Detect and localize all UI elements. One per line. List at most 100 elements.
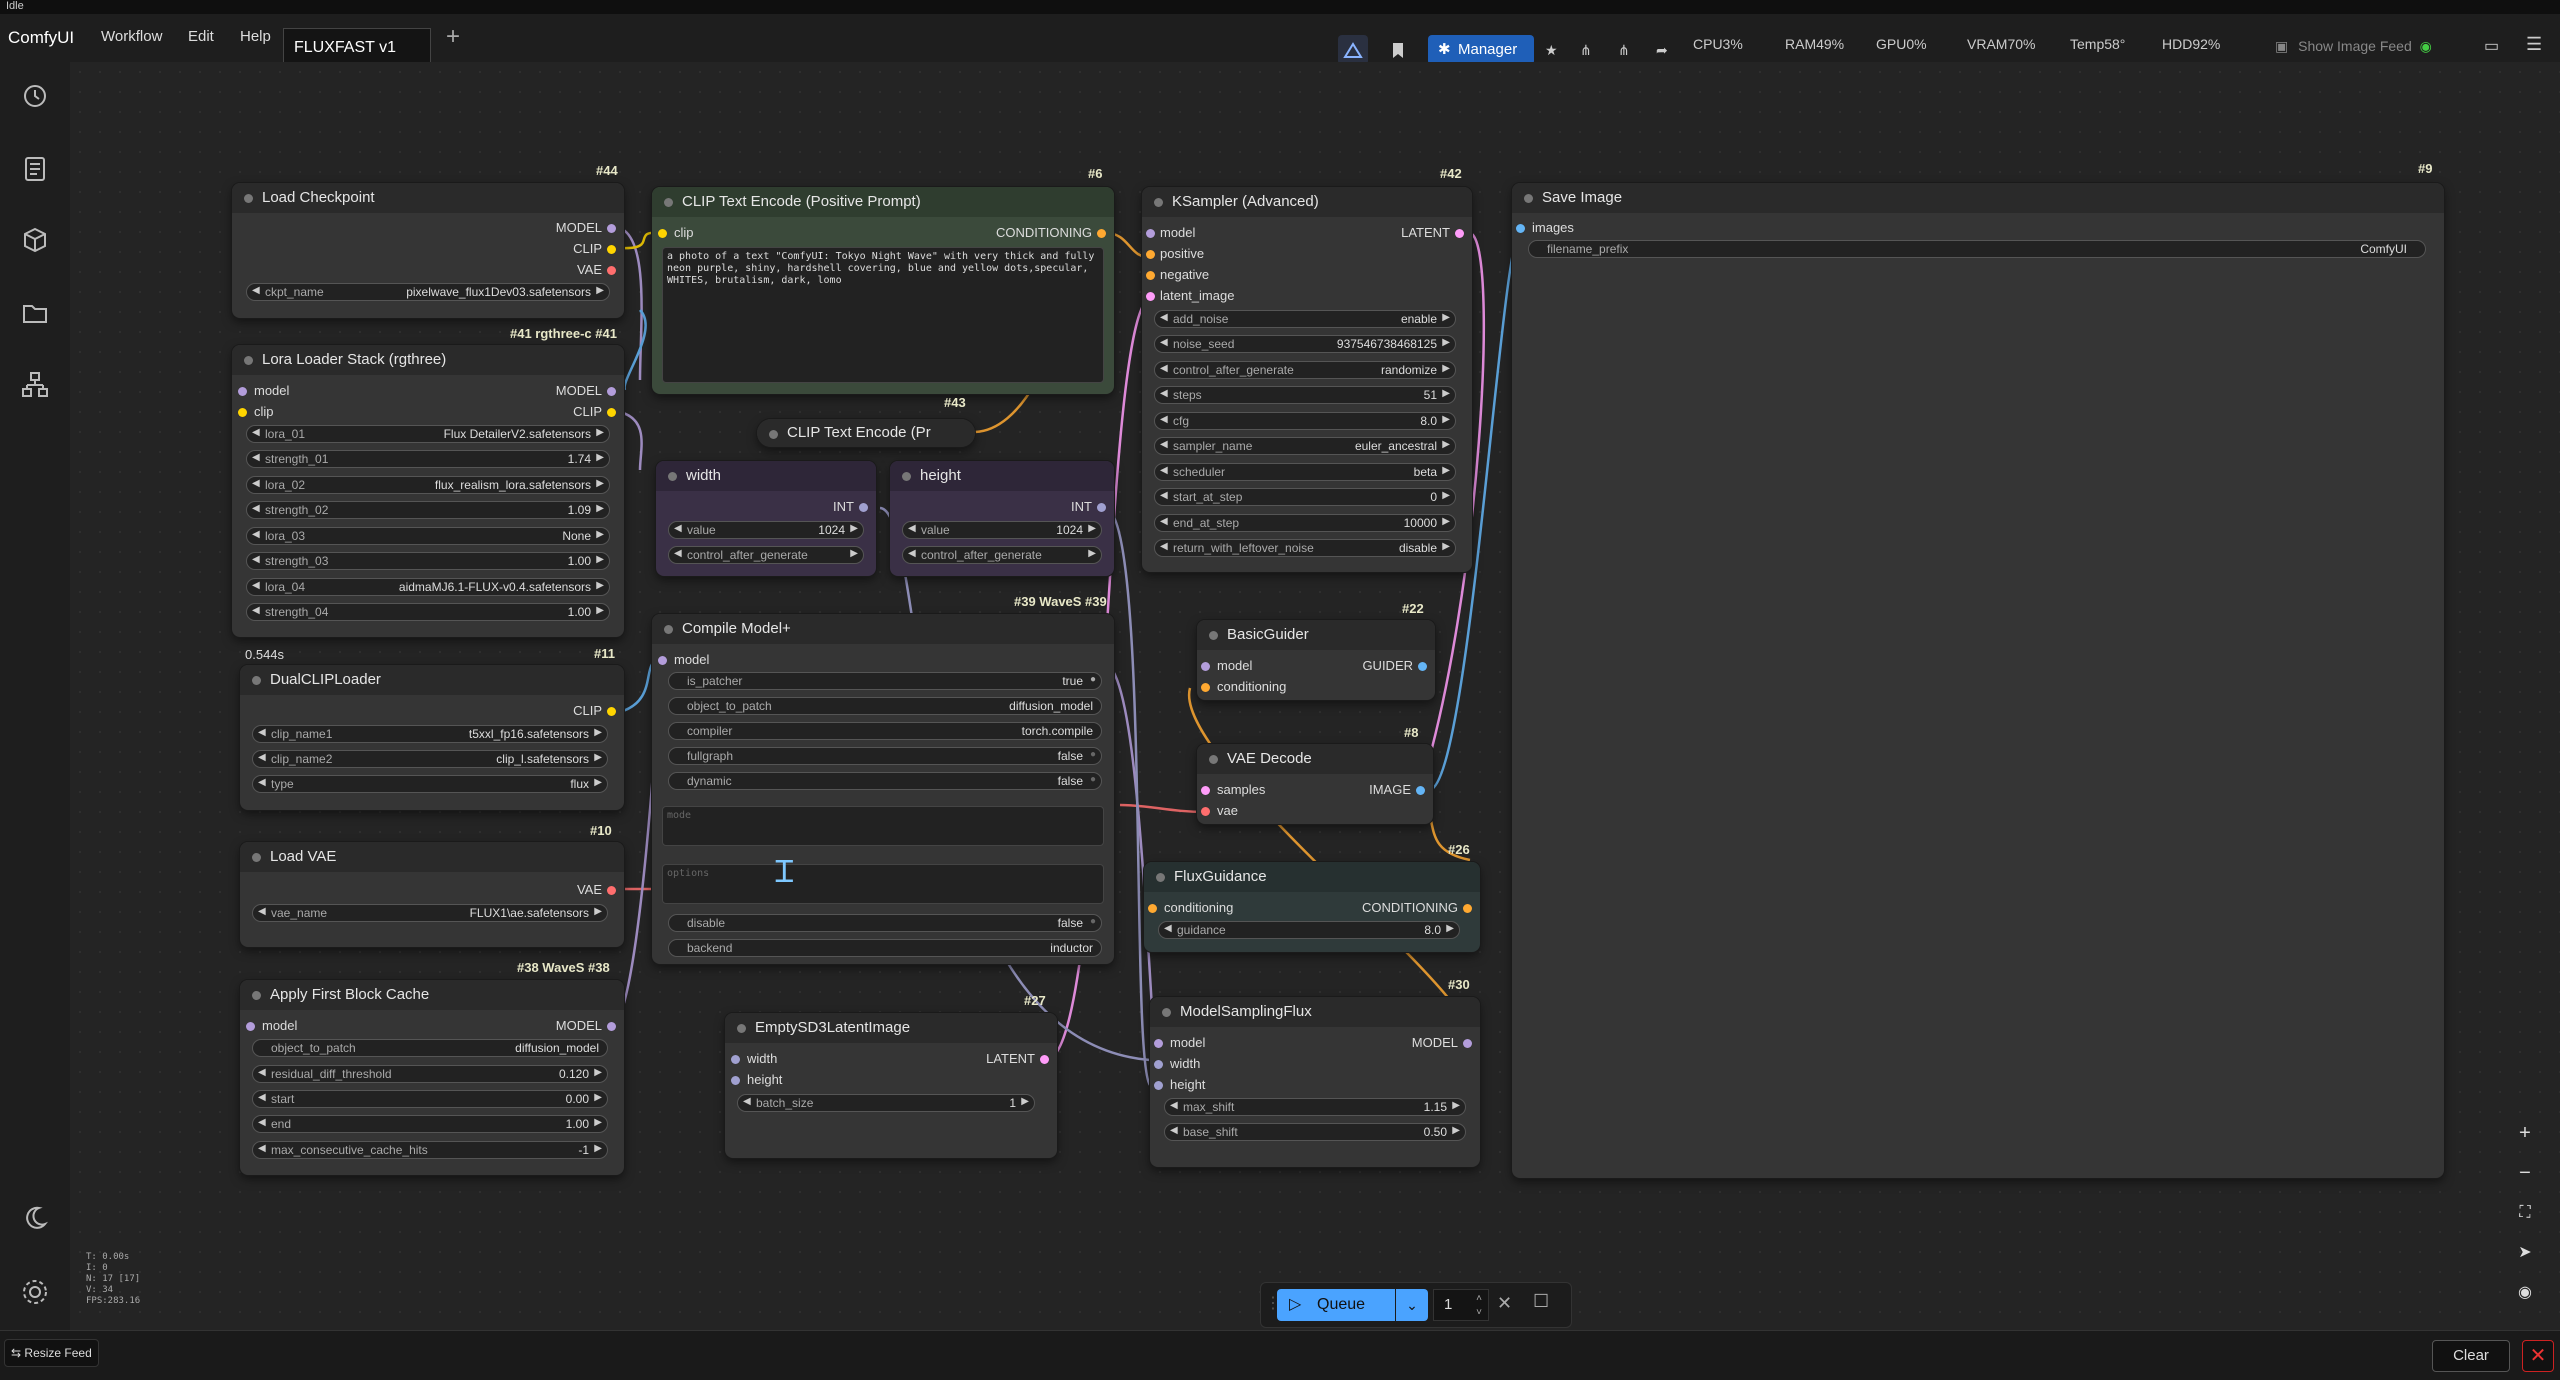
manager-button[interactable]: ✱ Manager: [1428, 35, 1534, 65]
mode-textarea[interactable]: mode: [662, 806, 1104, 846]
widget-vae-name[interactable]: ◀ vae_name FLUX1\ae.safetensors ▶: [252, 904, 608, 922]
node-basic-guider[interactable]: BasicGuider model conditioning GUIDER: [1197, 620, 1435, 700]
decrement-icon[interactable]: ˅: [1476, 1298, 1482, 1328]
node-width[interactable]: width INT ◀ value 1024 ▶ ◀ control_after_gen…: [656, 461, 876, 576]
node-title[interactable]: Save Image: [1512, 183, 2444, 213]
widget-control-after-generate[interactable]: ◀ control_after_generate ▶: [902, 546, 1102, 564]
widget-base-shift[interactable]: ◀ base_shift 0.50 ▶: [1164, 1123, 1466, 1141]
widget-dynamic[interactable]: dynamic false ●: [668, 772, 1102, 790]
widget-residual-diff-threshold[interactable]: ◀ residual_diff_threshold 0.120 ▶: [252, 1065, 608, 1083]
queue-list-icon[interactable]: [19, 152, 51, 184]
widget-return-with-leftover-noise[interactable]: ◀ return_with_leftover_noise disable ▶: [1154, 539, 1456, 557]
input-model-dot[interactable]: [1201, 662, 1210, 671]
widget-type[interactable]: ◀ type flux ▶: [252, 775, 608, 793]
node-clip-text-encode-positive[interactable]: CLIP Text Encode (Positive Prompt) clip …: [652, 187, 1114, 394]
widget-lora-04[interactable]: ◀ lora_04 aidmaMJ6.1-FLUX-v0.4.safetensors…: [246, 578, 610, 596]
node-title[interactable]: Lora Loader Stack (rgthree): [232, 345, 624, 375]
output-model-dot[interactable]: [607, 1022, 616, 1031]
output-latent-dot[interactable]: [1455, 229, 1464, 238]
widget-object-to-patch[interactable]: object_to_patch diffusion_model: [252, 1039, 608, 1057]
input-vae-dot[interactable]: [1201, 807, 1210, 816]
widget-lora-01[interactable]: ◀ lora_01 Flux DetailerV2.safetensors ▶: [246, 425, 610, 443]
input-conditioning-dot[interactable]: [1201, 683, 1210, 692]
input-clip-dot[interactable]: [238, 408, 247, 417]
node-title[interactable]: Load Checkpoint: [232, 183, 624, 213]
node-title[interactable]: CLIP Text Encode (Positive Prompt): [652, 187, 1114, 217]
node-title[interactable]: DualCLIPLoader: [240, 665, 624, 695]
node-title[interactable]: ModelSamplingFlux: [1150, 997, 1480, 1027]
node-compile-model[interactable]: Compile Model+ model is_patcher true ● obj…: [652, 614, 1114, 964]
widget-batch-size[interactable]: ◀ batch_size 1 ▶: [737, 1094, 1035, 1112]
app-logo[interactable]: ComfyUI: [8, 28, 74, 48]
widget-object-to-patch[interactable]: object_to_patch diffusion_model: [668, 697, 1102, 715]
cancel-current-button[interactable]: ✕: [1497, 1293, 1512, 1314]
widget-add-noise[interactable]: ◀ add_noise enable ▶: [1154, 310, 1456, 328]
panel-toggle-button[interactable]: ▭: [2484, 36, 2499, 56]
widget-control-after-generate[interactable]: ◀ control_after_generate ▶: [668, 546, 864, 564]
node-save-image[interactable]: Save Image images filename_prefix ComfyUI: [1512, 183, 2444, 1178]
output-vae-dot[interactable]: [607, 886, 616, 895]
input-height-dot[interactable]: [1154, 1081, 1163, 1090]
input-height-dot[interactable]: [731, 1076, 740, 1085]
menu-workflow[interactable]: Workflow: [101, 28, 162, 45]
node-title[interactable]: Load VAE: [240, 842, 624, 872]
node-title[interactable]: width: [656, 461, 876, 491]
input-samples-dot[interactable]: [1201, 786, 1210, 795]
resize-feed-button[interactable]: ⇆ Resize Feed: [4, 1339, 99, 1367]
input-width-dot[interactable]: [1154, 1060, 1163, 1069]
output-guider-dot[interactable]: [1418, 662, 1427, 671]
node-title[interactable]: Apply First Block Cache: [240, 980, 624, 1010]
widget-scheduler[interactable]: ◀ scheduler beta ▶: [1154, 463, 1456, 481]
widget-strength-02[interactable]: ◀ strength_02 1.09 ▶: [246, 501, 610, 519]
theme-toggle-icon[interactable]: [19, 1202, 51, 1234]
node-map-button[interactable]: ⋔: [1580, 35, 1602, 65]
widget-end[interactable]: ◀ end 1.00 ▶: [252, 1115, 608, 1133]
input-model-dot[interactable]: [238, 387, 247, 396]
widget-compiler[interactable]: compiler torch.compile: [668, 722, 1102, 740]
node-title[interactable]: VAE Decode: [1197, 744, 1433, 774]
output-int-dot[interactable]: [1097, 503, 1106, 512]
node-load-vae[interactable]: Load VAE VAE ◀ vae_name FLUX1\ae.safetenso…: [240, 842, 624, 947]
star-button[interactable]: ★: [1545, 35, 1567, 65]
node-apply-first-block-cache[interactable]: Apply First Block Cache model MODEL obje…: [240, 980, 624, 1175]
node-title[interactable]: FluxGuidance: [1144, 862, 1480, 892]
node-library-icon[interactable]: [19, 368, 51, 400]
output-latent-dot[interactable]: [1040, 1055, 1049, 1064]
input-model-dot[interactable]: [1146, 229, 1155, 238]
output-model-dot[interactable]: [1463, 1039, 1472, 1048]
widget-start[interactable]: ◀ start 0.00 ▶: [252, 1090, 608, 1108]
input-clip-dot[interactable]: [658, 229, 667, 238]
widget-filename-prefix[interactable]: filename_prefix ComfyUI: [1528, 240, 2426, 258]
input-width-dot[interactable]: [731, 1055, 740, 1064]
widget-steps[interactable]: ◀ steps 51 ▶: [1154, 386, 1456, 404]
input-model-dot[interactable]: [658, 656, 667, 665]
folder-icon[interactable]: [19, 296, 51, 328]
output-model-dot[interactable]: [607, 224, 616, 233]
widget-sampler-name[interactable]: ◀ sampler_name euler_ancestral ▶: [1154, 437, 1456, 455]
select-mode-button[interactable]: ➤: [2510, 1238, 2540, 1268]
input-images-dot[interactable]: [1516, 224, 1525, 233]
batch-count-input[interactable]: 1 ˄ ˅: [1433, 1289, 1489, 1321]
output-conditioning-dot[interactable]: [1097, 229, 1106, 238]
node-title[interactable]: KSampler (Advanced): [1142, 187, 1472, 217]
node-ksampler-advanced[interactable]: KSampler (Advanced) model positive negat…: [1142, 187, 1472, 572]
history-icon[interactable]: [19, 80, 51, 112]
queue-button[interactable]: ▷ Queue: [1277, 1289, 1395, 1321]
output-image-dot[interactable]: [1416, 786, 1425, 795]
input-latent-image-dot[interactable]: [1146, 292, 1155, 301]
node-vae-decode[interactable]: VAE Decode samples vae IMAGE: [1197, 744, 1433, 824]
widget-clip-name2[interactable]: ◀ clip_name2 clip_l.safetensors ▶: [252, 750, 608, 768]
widget-strength-04[interactable]: ◀ strength_04 1.00 ▶: [246, 603, 610, 621]
widget-lora-02[interactable]: ◀ lora_02 flux_realism_lora.safetensors ▶: [246, 476, 610, 494]
zoom-out-button[interactable]: −: [2510, 1158, 2540, 1188]
options-textarea[interactable]: options: [662, 864, 1104, 904]
bookmark-button[interactable]: [1386, 35, 1410, 65]
input-model-dot[interactable]: [1154, 1039, 1163, 1048]
widget-is-patcher[interactable]: is_patcher true ●: [668, 672, 1102, 690]
node-flux-guidance[interactable]: FluxGuidance conditioning CONDITIONING ◀…: [1144, 862, 1480, 952]
node-dual-clip-loader[interactable]: DualCLIPLoader CLIP ◀ clip_name1 t5xxl_fp1…: [240, 665, 624, 810]
input-model-dot[interactable]: [246, 1022, 255, 1031]
node-title[interactable]: Compile Model+: [652, 614, 1114, 644]
node-model-sampling-flux[interactable]: ModelSamplingFlux model width height MOD…: [1150, 997, 1480, 1167]
output-int-dot[interactable]: [859, 503, 868, 512]
